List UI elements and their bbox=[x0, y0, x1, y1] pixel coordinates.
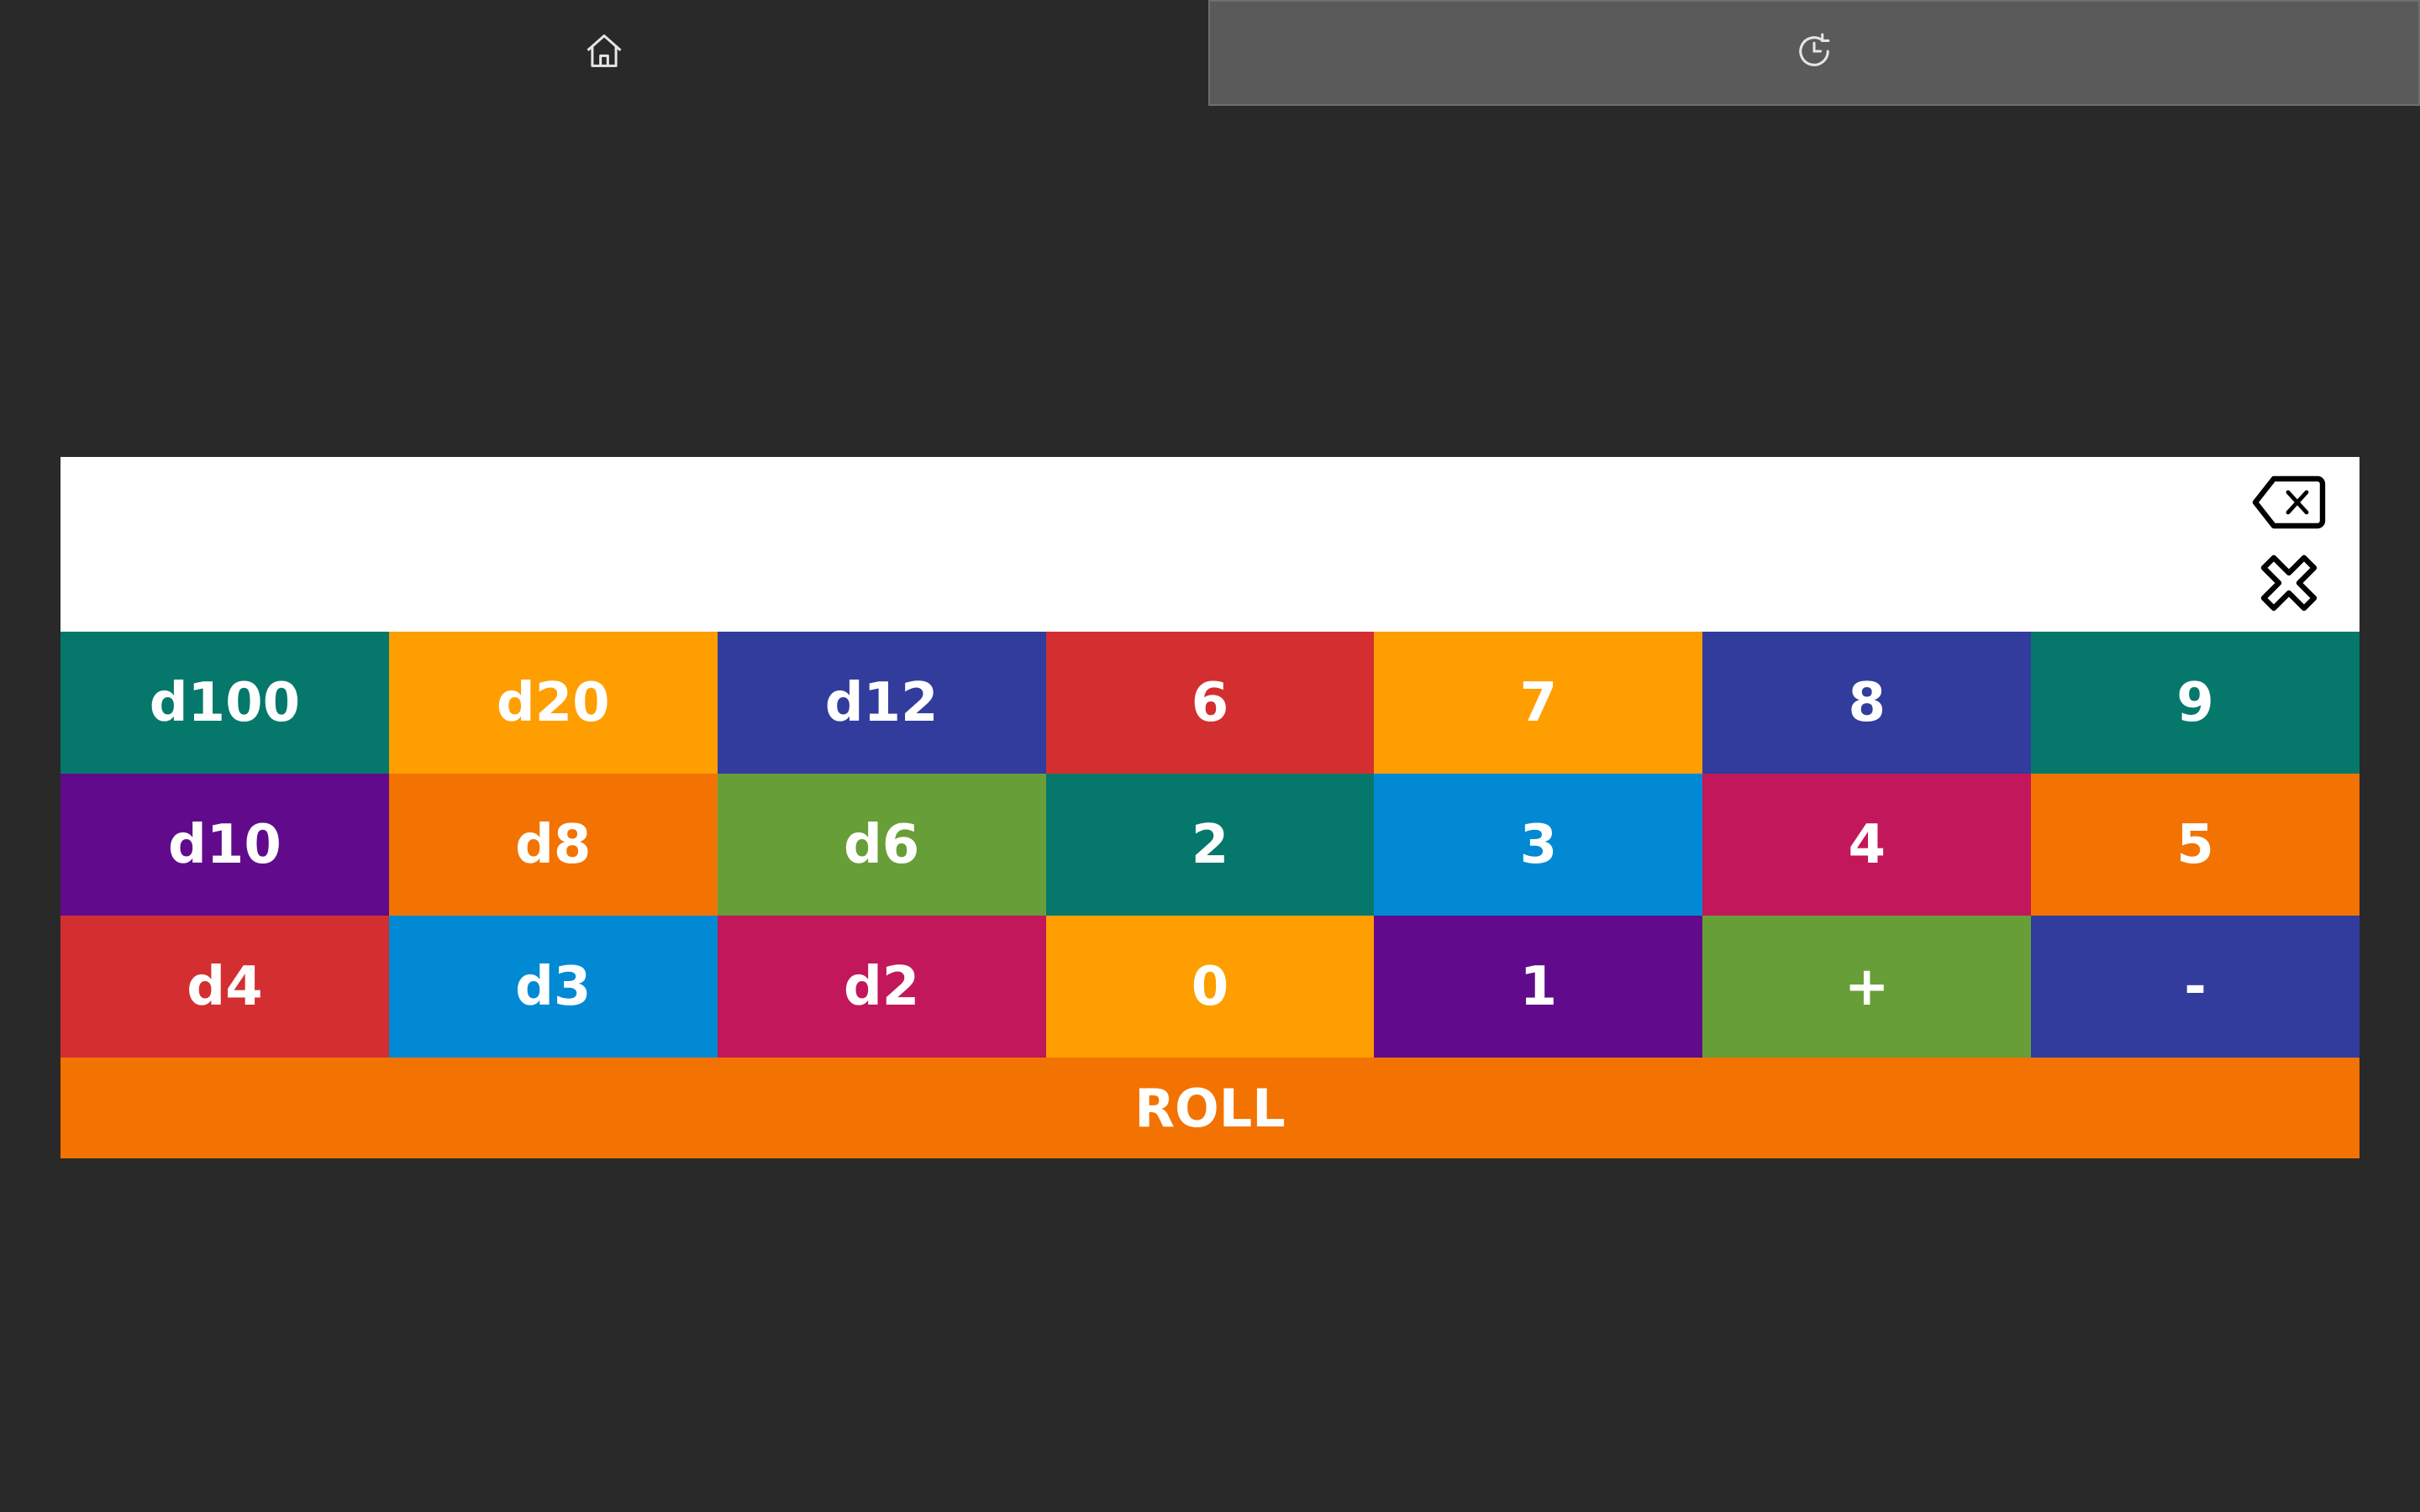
history-icon bbox=[1792, 29, 1836, 76]
key-d100[interactable]: d100 bbox=[60, 632, 389, 774]
key-5[interactable]: 5 bbox=[2031, 774, 2360, 916]
key-9[interactable]: 9 bbox=[2031, 632, 2360, 774]
dice-roller-panel: d100 d20 d12 6 7 8 9 d10 d8 d6 2 3 4 5 d4 d3 d2 0 1 + - ROLL bbox=[60, 457, 2360, 1158]
key-d6[interactable]: d6 bbox=[717, 774, 1046, 916]
home-icon bbox=[582, 29, 626, 76]
tab-home[interactable] bbox=[0, 0, 1208, 106]
key-d3[interactable]: d3 bbox=[388, 916, 718, 1058]
key-1[interactable]: 1 bbox=[1374, 916, 1703, 1058]
expression-display bbox=[60, 457, 2360, 632]
key-0[interactable]: 0 bbox=[1045, 916, 1375, 1058]
key-4[interactable]: 4 bbox=[1702, 774, 2032, 916]
tab-history[interactable] bbox=[1208, 0, 2420, 106]
key-d10[interactable]: d10 bbox=[60, 774, 389, 916]
key-d20[interactable]: d20 bbox=[388, 632, 718, 774]
clear-icon bbox=[2250, 553, 2328, 617]
key-6[interactable]: 6 bbox=[1045, 632, 1375, 774]
key-d2[interactable]: d2 bbox=[717, 916, 1046, 1058]
key-d8[interactable]: d8 bbox=[388, 774, 718, 916]
backspace-icon bbox=[2250, 472, 2328, 536]
key-minus[interactable]: - bbox=[2031, 916, 2360, 1058]
key-plus[interactable]: + bbox=[1702, 916, 2032, 1058]
roll-button[interactable]: ROLL bbox=[60, 1058, 2360, 1158]
key-3[interactable]: 3 bbox=[1374, 774, 1703, 916]
keypad: d100 d20 d12 6 7 8 9 d10 d8 d6 2 3 4 5 d4 d3 d2 0 1 + - bbox=[60, 632, 2360, 1058]
key-7[interactable]: 7 bbox=[1374, 632, 1703, 774]
key-8[interactable]: 8 bbox=[1702, 632, 2032, 774]
tab-bar bbox=[0, 0, 2420, 106]
backspace-button[interactable] bbox=[2249, 470, 2329, 538]
key-2[interactable]: 2 bbox=[1045, 774, 1375, 916]
key-d4[interactable]: d4 bbox=[60, 916, 389, 1058]
key-d12[interactable]: d12 bbox=[717, 632, 1046, 774]
clear-button[interactable] bbox=[2249, 551, 2329, 618]
